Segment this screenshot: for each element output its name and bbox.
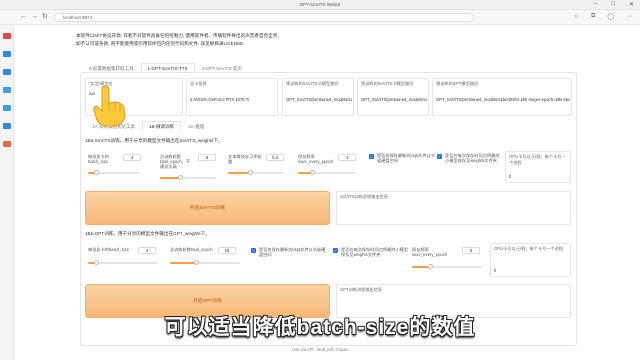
sidebar-app-icon[interactable]	[3, 69, 11, 75]
start-sovits-training-button[interactable]: 开启SoVITS训练	[85, 191, 330, 225]
gpt-gpu-field[interactable]: GPU卡号以-分割，每个卡号一个进程 0	[490, 243, 571, 277]
back-icon[interactable]: ←	[20, 13, 27, 21]
text-lr-weight-input[interactable]: 0.4	[266, 154, 284, 161]
gpu-info-field: 显卡信息 0 NVIDIA GeForce RTX 4070 Ti	[186, 78, 278, 116]
gpt-save-every-input[interactable]: 5	[462, 247, 480, 254]
sovits-save-every-input[interactable]: 4	[338, 154, 356, 161]
gpt-path-field[interactable]: 预训练的GPT模型路径 GPT_SoVITS/pretrained_models…	[432, 78, 572, 116]
gpt-total-epoch-slider[interactable]	[170, 260, 240, 265]
more-icon[interactable]: ⋯	[626, 13, 632, 20]
gpt-section-title: 1Bb-GPT训练。用于分享的模型文件输出在GPT_weights下。	[85, 231, 210, 236]
reload-icon[interactable]: ↻	[42, 13, 48, 21]
sovits-total-epoch-label: 总训练轮数total_epoch，不建议太高	[160, 154, 191, 169]
tab-inference[interactable]: 1C-推理	[181, 121, 211, 131]
window-controls: – □ ✕	[594, 1, 634, 8]
sovits-d-path-field[interactable]: 预训练的SoVITS-D模型路径 GPT_SoVITS/pretrained_m…	[357, 78, 429, 116]
sovits-save-weights-label: 是否在每次保存时间点将最终小模型保存至weights文件夹	[445, 153, 500, 163]
gpt-save-every-slider[interactable]	[412, 264, 482, 269]
gpt-total-epoch-label: 总训练轮数total_epoch	[170, 247, 213, 252]
gpt-save-latest-checkbox[interactable]: ✓	[251, 248, 256, 253]
sidebar-app-icon[interactable]	[3, 105, 11, 111]
window-titlebar: GPT-SoVITS WebUI – □ ✕	[0, 0, 640, 10]
sovits-g-path-field[interactable]: 预训练的SoVITS-G模型路径 GPT_SoVITS/pretrained_m…	[282, 78, 354, 116]
browser-sidebar	[0, 25, 14, 360]
sovits-gpu-field[interactable]: GPU卡号以-分割，每个卡号一个进程 0	[505, 151, 571, 183]
sovits-total-epoch-slider[interactable]	[160, 175, 216, 180]
extensions-icon[interactable]: ⧉	[591, 13, 595, 20]
sovits-output-box: SoVITS训练进程输出信息	[336, 191, 571, 225]
sovits-batch-size-slider[interactable]	[88, 170, 140, 175]
maximize-icon[interactable]: □	[611, 1, 615, 8]
sidebar-app-icon[interactable]	[3, 123, 11, 129]
video-caption: 可以适当降低batch-size的数值	[164, 316, 476, 339]
gpt-batch-size-input[interactable]: 4	[138, 247, 156, 254]
gradio-footer[interactable]: Use via API · Built with Gradio	[0, 347, 640, 352]
sovits-save-latest-checkbox[interactable]: ✓	[369, 154, 374, 159]
gpt-save-every-label: 保存频率save_every_epoch	[412, 247, 448, 257]
sidebar-app-icon[interactable]	[3, 33, 11, 39]
close-icon[interactable]: ✕	[629, 1, 634, 8]
forward-icon[interactable]: →	[31, 13, 38, 21]
address-bar: ← → ↻ localhost:9874 ☆ ⧉ ◯ ⋯	[0, 10, 640, 25]
sovits-batch-size-label: 每张显卡的batch_size	[88, 154, 109, 164]
gpt-batch-size-slider[interactable]	[88, 260, 158, 265]
license-line-1: 本软件以MIT协议开源, 作者不对软件具备任何控制力, 使用软件者、传播软件导出…	[76, 33, 279, 38]
gpt-total-epoch-input[interactable]: 15	[218, 247, 236, 254]
sidebar-app-icon[interactable]	[3, 87, 11, 93]
sovits-save-latest-label: 是否仅保存最新的ckpt文件以节省硬盘空间	[377, 153, 435, 163]
gpt-save-latest-label: 是否仅保存最新的ckpt文件以节省硬盘空间	[259, 247, 326, 257]
sovits-save-weights-checkbox[interactable]: ✓	[437, 154, 442, 159]
sovits-save-every-label: 保存频率save_every_epoch	[298, 154, 334, 164]
tab-finetune[interactable]: 1B-微调训练	[142, 121, 182, 131]
sovits-section-title: 1Ba-SoVITS训练。用于分享的模型文件输出在SoVITS_weights下…	[85, 138, 223, 143]
sidebar-app-icon[interactable]	[3, 141, 11, 147]
sidebar-app-icon[interactable]	[3, 51, 11, 57]
sovits-save-every-slider[interactable]	[298, 170, 356, 175]
gpt-save-weights-checkbox[interactable]: ✓	[333, 248, 338, 253]
favorite-icon[interactable]: ☆	[574, 13, 579, 20]
gpt-save-weights-label: 是否在每次保存时间点将最终小模型保存至weights文件夹	[341, 247, 409, 257]
url-input[interactable]: localhost:9874	[54, 13, 474, 22]
sovits-total-epoch-input[interactable]: 8	[198, 154, 216, 161]
profile-icon[interactable]: ◯	[607, 13, 614, 20]
minimize-icon[interactable]: –	[594, 1, 597, 8]
text-lr-weight-label: 文本模块学习率权重	[228, 154, 262, 164]
toolbar-icons: ☆ ⧉ ◯ ⋯	[574, 13, 632, 20]
pointing-hand-icon	[93, 85, 126, 127]
sovits-batch-size-input[interactable]: 4	[123, 154, 141, 161]
gpt-batch-size-label: 每张显卡的batch_size	[88, 247, 129, 252]
text-lr-weight-slider[interactable]	[228, 170, 284, 175]
window-title: GPT-SoVITS WebUI	[299, 2, 341, 7]
license-line-2: 如不认可该条款, 则不能使用或引用软件包内任何代码和文件. 详见根目录LICEN…	[76, 41, 245, 46]
